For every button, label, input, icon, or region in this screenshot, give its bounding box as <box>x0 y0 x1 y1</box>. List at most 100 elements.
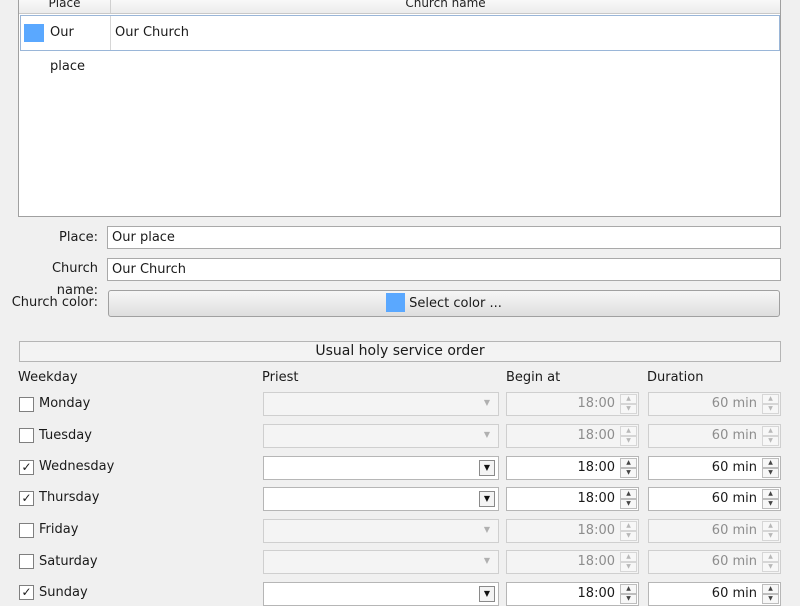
chevron-down-icon: ▼ <box>483 525 491 534</box>
arrow-up-icon[interactable]: ▲ <box>762 552 779 562</box>
column-header-church-name[interactable]: Church name <box>111 0 780 13</box>
begin-at-spinner-friday[interactable]: 18:00 ▲ ▼ <box>506 519 639 543</box>
arrow-down-icon[interactable]: ▼ <box>762 594 779 604</box>
duration-spinner-friday[interactable]: 60 min ▲ ▼ <box>648 519 781 543</box>
duration-spinner-monday[interactable]: 60 min ▲ ▼ <box>648 392 781 416</box>
begin-at-spinner-thursday[interactable]: 18:00 ▲ ▼ <box>506 487 639 511</box>
friday-checkbox[interactable] <box>19 523 34 538</box>
priest-select-saturday[interactable]: ▼ <box>263 550 499 574</box>
church-color-swatch <box>24 24 44 42</box>
day-label-sunday: Sunday <box>39 585 88 600</box>
arrow-up-icon[interactable]: ▲ <box>620 458 637 468</box>
wednesday-checkbox[interactable]: ✓ <box>19 460 34 475</box>
churches-table[interactable]: Place Church name Our place Our Church <box>18 0 781 217</box>
arrow-down-icon[interactable]: ▼ <box>762 499 779 509</box>
table-row[interactable]: Our place Our Church <box>20 15 780 74</box>
begin-at-value-friday: 18:00 <box>577 523 615 538</box>
day-label-wednesday: Wednesday <box>39 459 115 474</box>
chevron-down-icon: ▼ <box>483 556 491 565</box>
priest-select-tuesday[interactable]: ▼ <box>263 424 499 448</box>
day-label-monday: Monday <box>39 396 91 411</box>
begin-at-value-monday: 18:00 <box>577 396 615 411</box>
monday-checkbox[interactable] <box>19 397 34 412</box>
begin-at-value-tuesday: 18:00 <box>577 428 615 443</box>
duration-value-sunday: 60 min <box>711 586 757 601</box>
priest-select-sunday[interactable]: ▼ <box>263 582 499 606</box>
tuesday-checkbox[interactable] <box>19 428 34 443</box>
arrow-down-icon[interactable]: ▼ <box>620 499 637 509</box>
duration-value-monday: 60 min <box>711 396 757 411</box>
duration-value-wednesday: 60 min <box>711 460 757 475</box>
arrow-up-icon[interactable]: ▲ <box>762 521 779 531</box>
begin-at-spinner-monday[interactable]: 18:00 ▲ ▼ <box>506 392 639 416</box>
arrow-down-icon[interactable]: ▼ <box>620 468 637 478</box>
priest-select-wednesday[interactable]: ▼ <box>263 456 499 480</box>
place-input[interactable] <box>107 226 781 249</box>
arrow-up-icon[interactable]: ▲ <box>620 489 637 499</box>
table-header: Place Church name <box>19 0 780 14</box>
arrow-down-icon[interactable]: ▼ <box>762 436 779 446</box>
arrow-down-icon[interactable]: ▼ <box>620 404 637 414</box>
duration-spinner-thursday[interactable]: 60 min ▲ ▼ <box>648 487 781 511</box>
duration-value-thursday: 60 min <box>711 491 757 506</box>
check-icon: ✓ <box>21 491 32 505</box>
begin-at-spinner-tuesday[interactable]: 18:00 ▲ ▼ <box>506 424 639 448</box>
duration-value-tuesday: 60 min <box>711 428 757 443</box>
church-name-input[interactable] <box>107 258 781 281</box>
arrow-down-icon[interactable]: ▼ <box>762 562 779 572</box>
arrow-down-icon[interactable]: ▼ <box>620 531 637 541</box>
begin-at-spinner-wednesday[interactable]: 18:00 ▲ ▼ <box>506 456 639 480</box>
begin-at-column-header: Begin at <box>506 370 561 385</box>
arrow-down-icon[interactable]: ▼ <box>620 594 637 604</box>
select-color-text: Select color ... <box>409 296 502 311</box>
begin-at-spinner-saturday[interactable]: 18:00 ▲ ▼ <box>506 550 639 574</box>
cell-place: Our place <box>21 16 111 74</box>
begin-at-value-thursday: 18:00 <box>577 491 615 506</box>
priest-select-monday[interactable]: ▼ <box>263 392 499 416</box>
cell-church-name: Our Church <box>115 25 189 40</box>
arrow-up-icon[interactable]: ▲ <box>762 584 779 594</box>
arrow-down-icon[interactable]: ▼ <box>620 562 637 572</box>
arrow-down-icon[interactable]: ▼ <box>620 436 637 446</box>
arrow-up-icon[interactable]: ▲ <box>620 394 637 404</box>
chevron-down-icon: ▼ <box>483 398 491 407</box>
check-icon: ✓ <box>21 460 32 474</box>
church-name-label: Church name: <box>51 261 98 298</box>
priest-column-header: Priest <box>262 370 299 385</box>
day-label-tuesday: Tuesday <box>39 428 92 443</box>
select-color-button[interactable]: Select color ... <box>108 290 780 317</box>
service-order-title: Usual holy service order <box>19 341 781 362</box>
begin-at-value-sunday: 18:00 <box>577 586 615 601</box>
column-header-place[interactable]: Place <box>19 0 111 13</box>
arrow-up-icon[interactable]: ▲ <box>762 426 779 436</box>
duration-spinner-saturday[interactable]: 60 min ▲ ▼ <box>648 550 781 574</box>
duration-spinner-tuesday[interactable]: 60 min ▲ ▼ <box>648 424 781 448</box>
arrow-down-icon[interactable]: ▼ <box>762 404 779 414</box>
check-icon: ✓ <box>21 585 32 599</box>
arrow-up-icon[interactable]: ▲ <box>620 521 637 531</box>
day-label-friday: Friday <box>39 522 79 537</box>
arrow-up-icon[interactable]: ▲ <box>762 489 779 499</box>
color-preview-swatch <box>386 292 406 312</box>
cell-place-text: Our place <box>50 25 85 74</box>
begin-at-value-saturday: 18:00 <box>577 554 615 569</box>
sunday-checkbox[interactable]: ✓ <box>19 585 34 600</box>
priest-select-friday[interactable]: ▼ <box>263 519 499 543</box>
chevron-down-icon: ▼ <box>479 460 495 476</box>
arrow-up-icon[interactable]: ▲ <box>762 394 779 404</box>
arrow-up-icon[interactable]: ▲ <box>620 584 637 594</box>
arrow-up-icon[interactable]: ▲ <box>620 552 637 562</box>
thursday-checkbox[interactable]: ✓ <box>19 491 34 506</box>
saturday-checkbox[interactable] <box>19 554 34 569</box>
arrow-up-icon[interactable]: ▲ <box>620 426 637 436</box>
arrow-down-icon[interactable]: ▼ <box>762 468 779 478</box>
priest-select-thursday[interactable]: ▼ <box>263 487 499 511</box>
duration-value-saturday: 60 min <box>711 554 757 569</box>
begin-at-spinner-sunday[interactable]: 18:00 ▲ ▼ <box>506 582 639 606</box>
arrow-up-icon[interactable]: ▲ <box>762 458 779 468</box>
duration-column-header: Duration <box>647 370 704 385</box>
arrow-down-icon[interactable]: ▼ <box>762 531 779 541</box>
duration-spinner-sunday[interactable]: 60 min ▲ ▼ <box>648 582 781 606</box>
duration-value-friday: 60 min <box>711 523 757 538</box>
duration-spinner-wednesday[interactable]: 60 min ▲ ▼ <box>648 456 781 480</box>
